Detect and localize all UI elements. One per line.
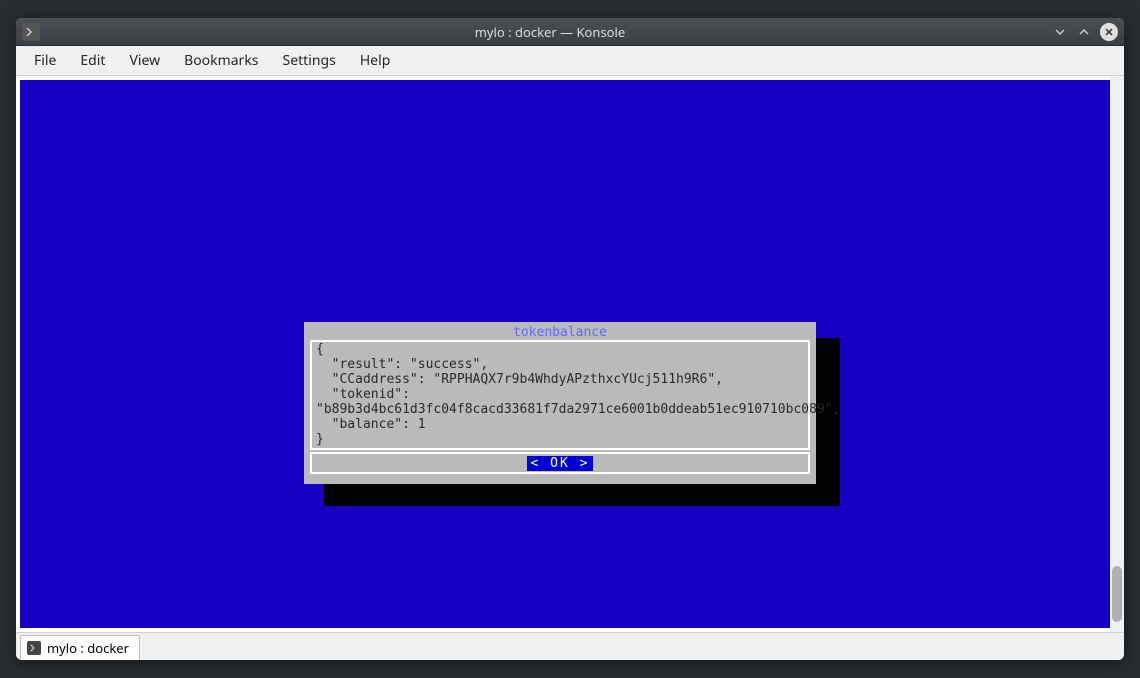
tab[interactable]: mylo : docker	[20, 635, 140, 660]
tabbar: mylo : docker	[16, 632, 1124, 660]
json-line: {	[316, 342, 324, 357]
tab-label: mylo : docker	[47, 639, 129, 657]
ok-button[interactable]: < OK >	[527, 456, 594, 471]
dialog-body: { "result": "success", "CCaddress": "RPP…	[310, 340, 810, 450]
dialog-title: tokenbalance	[304, 322, 816, 340]
menubar: File Edit View Bookmarks Settings Help	[16, 46, 1124, 76]
scrollbar[interactable]	[1110, 76, 1124, 632]
dialog-button-row: < OK >	[310, 452, 810, 474]
menu-edit[interactable]: Edit	[70, 47, 115, 74]
window-controls	[1052, 23, 1118, 41]
terminal-icon	[27, 641, 41, 655]
json-line: "balance": 1	[316, 417, 426, 432]
json-line: "result": "success",	[316, 357, 488, 372]
json-line: }	[316, 432, 324, 447]
scrollbar-thumb[interactable]	[1112, 566, 1122, 622]
maximize-button[interactable]	[1076, 24, 1092, 40]
menu-file[interactable]: File	[24, 47, 66, 74]
terminal-container: tokenbalance { "result": "success", "CCa…	[16, 76, 1124, 632]
konsole-window: mylo : docker — Konsole File Edit View B…	[16, 18, 1124, 660]
window-title: mylo : docker — Konsole	[48, 23, 1052, 41]
minimize-button[interactable]	[1052, 24, 1068, 40]
tui-dialog: tokenbalance { "result": "success", "CCa…	[304, 322, 816, 484]
menu-help[interactable]: Help	[350, 47, 401, 74]
menu-settings[interactable]: Settings	[273, 47, 346, 74]
json-line: "b89b3d4bc61d3fc04f8cacd33681f7da2971ce6…	[316, 402, 840, 417]
close-button[interactable]	[1100, 23, 1118, 41]
menu-view[interactable]: View	[119, 47, 170, 74]
app-icon	[22, 23, 40, 41]
json-line: "CCaddress": "RPPHAQX7r9b4WhdyAPzthxcYUc…	[316, 372, 723, 387]
menu-bookmarks[interactable]: Bookmarks	[174, 47, 268, 74]
terminal[interactable]: tokenbalance { "result": "success", "CCa…	[20, 80, 1120, 628]
titlebar: mylo : docker — Konsole	[16, 18, 1124, 46]
json-line: "tokenid":	[316, 387, 410, 402]
